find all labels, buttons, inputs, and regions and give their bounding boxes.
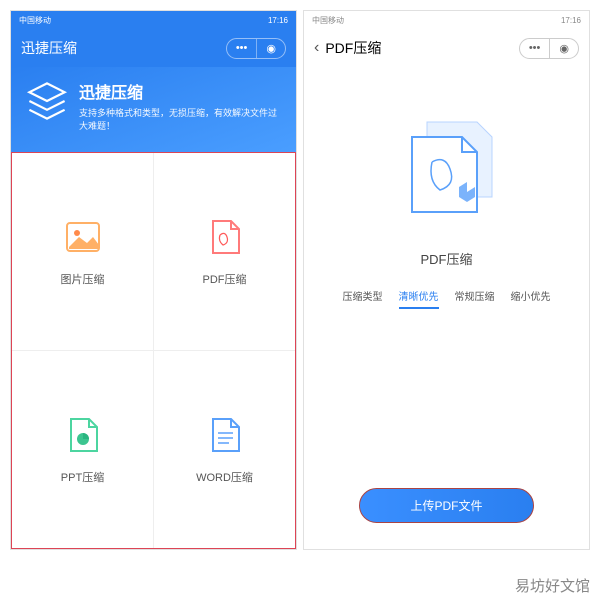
status-time: 17:16 [561, 16, 581, 25]
word-icon [205, 415, 245, 455]
carrier-label: 中国移动 [312, 15, 344, 26]
features-grid: 图片压缩 PDF压缩 PPT压缩 WORD压缩 [11, 152, 296, 549]
cell-label: 图片压缩 [61, 271, 105, 287]
right-phone-screen: 中国移动 17:16 ‹ PDF压缩 ••• ◉ [303, 10, 590, 550]
tab-small[interactable]: 缩小优先 [511, 288, 551, 309]
image-compress-cell[interactable]: 图片压缩 [12, 153, 153, 350]
nav-mini-program-controls: ••• ◉ [519, 38, 579, 59]
word-compress-cell[interactable]: WORD压缩 [154, 351, 295, 548]
hero-subtitle: 支持多种格式和类型，无损压缩，有效解决文件过大难题！ [79, 107, 282, 132]
close-button[interactable]: ◉ [550, 39, 578, 58]
more-button[interactable]: ••• [227, 39, 258, 58]
upload-pdf-button[interactable]: 上传PDF文件 [359, 488, 533, 523]
pdf-icon [205, 217, 245, 257]
close-button[interactable]: ◉ [257, 39, 285, 58]
back-button[interactable]: ‹ PDF压缩 [314, 38, 381, 58]
chevron-left-icon: ‹ [314, 39, 319, 57]
watermark: 易坊好文馆 [515, 575, 590, 596]
pdf-illustration-icon [382, 107, 512, 237]
illustration-title: PDF压缩 [420, 249, 472, 268]
app-title: 迅捷压缩 [21, 38, 77, 58]
left-phone-screen: 中国移动 17:16 迅捷压缩 ••• ◉ 迅捷压缩 支持多种格式和类型，无损压… [10, 10, 297, 550]
more-button[interactable]: ••• [520, 39, 551, 58]
tab-normal[interactable]: 常规压缩 [455, 288, 495, 309]
nav-bar: ‹ PDF压缩 ••• ◉ [304, 29, 589, 67]
tab-clarity[interactable]: 清晰优先 [399, 288, 439, 309]
status-bar: 中国移动 17:16 [304, 11, 589, 29]
ppt-icon [63, 415, 103, 455]
ppt-compress-cell[interactable]: PPT压缩 [12, 351, 153, 548]
image-icon [63, 217, 103, 257]
nav-bar: 迅捷压缩 ••• ◉ [11, 29, 296, 67]
hero-banner: 迅捷压缩 支持多种格式和类型，无损压缩，有效解决文件过大难题！ [11, 67, 296, 152]
layers-icon [25, 79, 69, 132]
status-time: 17:16 [268, 16, 288, 25]
tab-type[interactable]: 压缩类型 [343, 288, 383, 309]
nav-mini-program-controls: ••• ◉ [226, 38, 286, 59]
page-title: PDF压缩 [325, 38, 381, 58]
compression-tabs: 压缩类型 清晰优先 常规压缩 缩小优先 [343, 288, 551, 309]
carrier-label: 中国移动 [19, 15, 51, 26]
cell-label: PPT压缩 [61, 469, 104, 485]
status-bar: 中国移动 17:16 [11, 11, 296, 29]
cell-label: WORD压缩 [196, 469, 253, 485]
cell-label: PDF压缩 [203, 271, 247, 287]
hero-title: 迅捷压缩 [79, 79, 282, 103]
pdf-compress-cell[interactable]: PDF压缩 [154, 153, 295, 350]
